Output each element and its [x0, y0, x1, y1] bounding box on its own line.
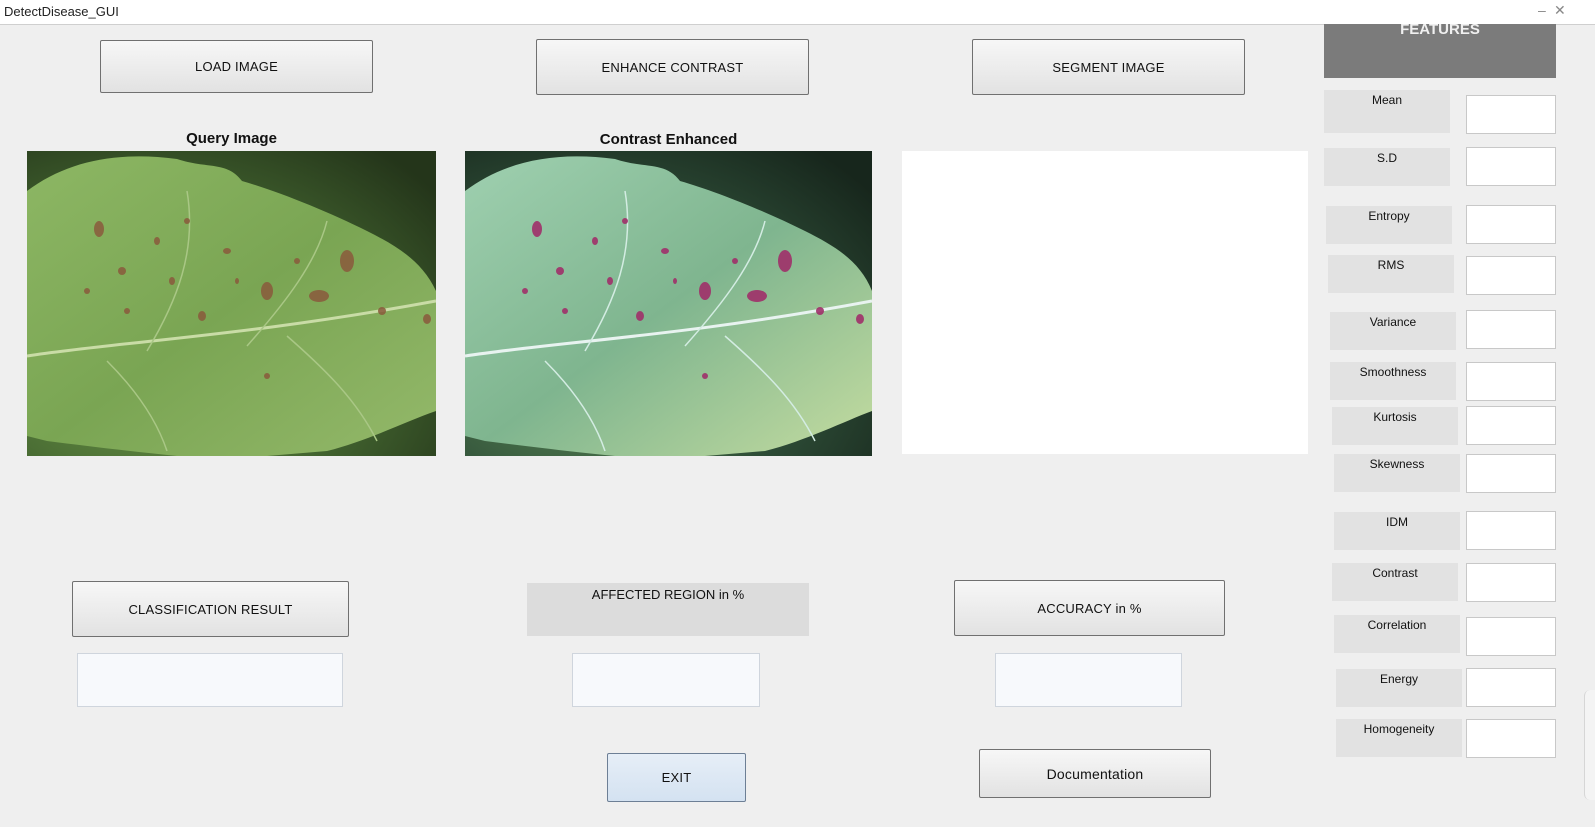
feature-field-mean[interactable] [1466, 95, 1556, 134]
affected-region-field[interactable] [572, 653, 760, 707]
feature-label-mean: Mean [1324, 90, 1450, 133]
affected-region-label: AFFECTED REGION in % [527, 583, 809, 636]
segmented-image-panel [902, 151, 1308, 454]
feature-field-sd[interactable] [1466, 147, 1556, 186]
accuracy-field[interactable] [995, 653, 1182, 707]
feature-label-homogeneity: Homogeneity [1336, 719, 1462, 757]
feature-field-energy[interactable] [1466, 668, 1556, 707]
classification-result-button[interactable]: CLASSIFICATION RESULT [72, 581, 349, 637]
feature-label-kurtosis: Kurtosis [1332, 407, 1458, 445]
load-image-button[interactable]: LOAD IMAGE [100, 40, 373, 93]
feature-label-contrast: Contrast [1332, 563, 1458, 601]
feature-field-rms[interactable] [1466, 256, 1556, 295]
feature-label-energy: Energy [1336, 669, 1462, 707]
feature-field-idm[interactable] [1466, 511, 1556, 550]
window-scroll-edge[interactable] [1584, 690, 1595, 800]
feature-field-smoothness[interactable] [1466, 362, 1556, 401]
features-header: FEATURES [1324, 22, 1556, 78]
minimize-icon[interactable]: – [1538, 2, 1546, 18]
feature-field-correlation[interactable] [1466, 617, 1556, 656]
feature-label-entropy: Entropy [1326, 206, 1452, 244]
segment-image-button[interactable]: SEGMENT IMAGE [972, 39, 1245, 95]
feature-field-skewness[interactable] [1466, 454, 1556, 493]
window-title: DetectDisease_GUI [4, 4, 119, 19]
title-bar: DetectDisease_GUI – ✕ [0, 0, 1595, 25]
feature-field-kurtosis[interactable] [1466, 406, 1556, 445]
contrast-enhanced-panel [465, 151, 872, 456]
feature-field-variance[interactable] [1466, 310, 1556, 349]
feature-field-homogeneity[interactable] [1466, 719, 1556, 758]
query-image-caption: Query Image [186, 130, 277, 147]
feature-label-sd: S.D [1324, 148, 1450, 186]
contrast-enhanced-caption: Contrast Enhanced [599, 131, 738, 148]
feature-label-rms: RMS [1328, 255, 1454, 293]
feature-field-contrast[interactable] [1466, 563, 1556, 602]
enhanced-leaf-image [465, 151, 872, 456]
classification-result-field[interactable] [77, 653, 343, 707]
close-icon[interactable]: ✕ [1554, 2, 1566, 19]
feature-label-variance: Variance [1330, 312, 1456, 350]
feature-label-smoothness: Smoothness [1330, 362, 1456, 400]
enhance-contrast-button[interactable]: ENHANCE CONTRAST [536, 39, 809, 95]
feature-label-idm: IDM [1334, 512, 1460, 550]
query-leaf-image [27, 151, 436, 456]
accuracy-button[interactable]: ACCURACY in % [954, 580, 1225, 636]
feature-field-entropy[interactable] [1466, 205, 1556, 244]
documentation-button[interactable]: Documentation [979, 749, 1211, 798]
feature-label-skewness: Skewness [1334, 454, 1460, 492]
exit-button[interactable]: EXIT [607, 753, 746, 802]
feature-label-correlation: Correlation [1334, 615, 1460, 653]
query-image-panel [27, 151, 436, 456]
